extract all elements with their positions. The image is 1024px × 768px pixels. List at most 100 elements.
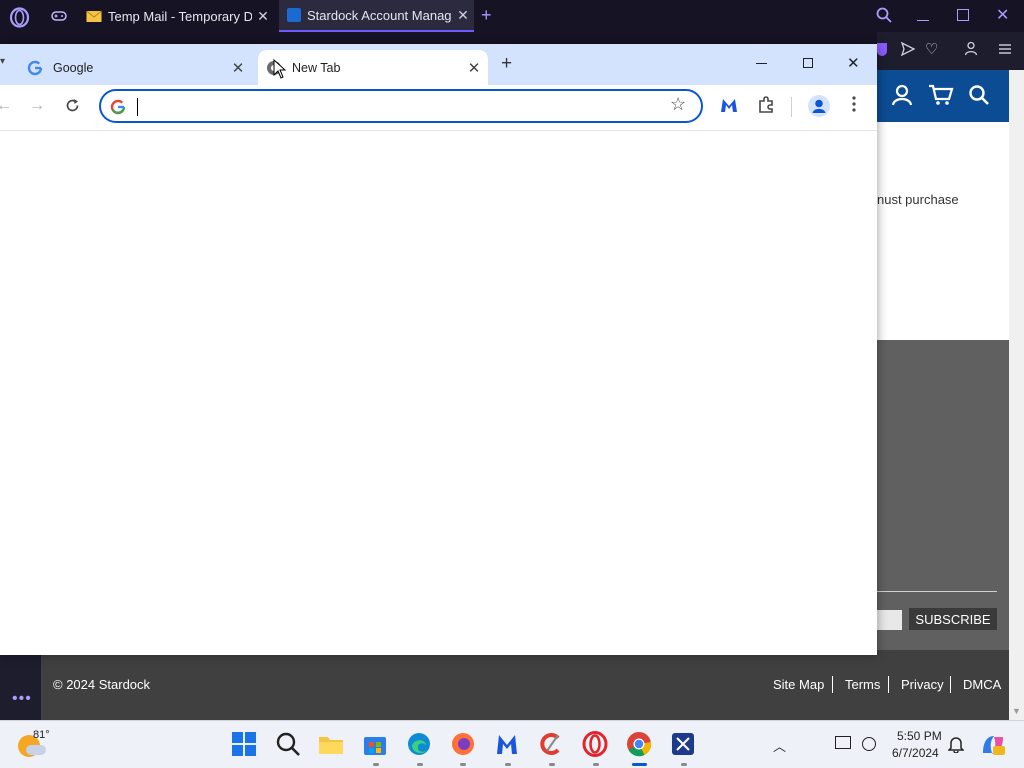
- tab-label: New Tab: [292, 60, 341, 75]
- new-tab-plus-icon[interactable]: +: [481, 5, 492, 26]
- google-favicon-icon: [27, 60, 43, 76]
- chrome-tab-strip: ▾ Google ✕ New Tab ✕ + ✕: [0, 44, 877, 85]
- display-icon[interactable]: [835, 736, 851, 749]
- running-indicator: [460, 763, 466, 766]
- running-indicator: [373, 763, 379, 766]
- clock-date[interactable]: 6/7/2024: [892, 746, 939, 760]
- tab-label: Google: [53, 60, 94, 75]
- opera-address-toolbar: ♡: [877, 32, 1024, 70]
- send-icon[interactable]: [900, 41, 916, 57]
- forward-arrow-icon[interactable]: →: [29, 97, 45, 115]
- omnibox[interactable]: ☆: [99, 89, 703, 123]
- bookmark-star-icon[interactable]: ☆: [670, 94, 686, 115]
- opera-tab-label: Temp Mail - Temporary Dis: [108, 8, 252, 24]
- opera-tab-stardock[interactable]: Stardock Account Manager ✕: [279, 0, 474, 32]
- gamepad-icon[interactable]: [50, 7, 68, 25]
- clock-time[interactable]: 5:50 PM: [897, 729, 942, 743]
- weather-cloud-icon: [26, 745, 46, 755]
- more-options-icon[interactable]: [852, 96, 856, 112]
- network-icon[interactable]: [862, 737, 876, 751]
- minimize-icon[interactable]: [756, 63, 767, 64]
- snipping-tool-icon[interactable]: [670, 731, 698, 759]
- scroll-down-arrow-icon[interactable]: ▼: [1012, 706, 1021, 716]
- edge-icon[interactable]: [406, 731, 434, 759]
- malwarebytes-extension-icon[interactable]: [719, 96, 739, 114]
- reload-icon[interactable]: [65, 98, 80, 113]
- stardock-nav-bar: [877, 70, 1009, 122]
- close-window-icon[interactable]: ✕: [847, 54, 860, 72]
- footer-link-dmca[interactable]: DMCA: [963, 677, 1001, 692]
- stardock-favicon-icon: [287, 8, 301, 22]
- cart-icon[interactable]: [928, 84, 954, 106]
- new-tab-page: [0, 131, 877, 655]
- weather-temp: 81°: [33, 729, 50, 741]
- page-scrollbar[interactable]: ▼: [1009, 70, 1024, 720]
- opera-icon[interactable]: [582, 731, 610, 759]
- heart-icon[interactable]: ♡: [925, 40, 938, 58]
- footer-link-site-map[interactable]: Site Map: [773, 677, 824, 692]
- running-indicator: [593, 763, 599, 766]
- footer-separator: [832, 676, 833, 693]
- vpn-shield-icon[interactable]: [877, 43, 887, 56]
- tab-google[interactable]: Google ✕: [14, 50, 252, 85]
- divider: [877, 591, 997, 592]
- back-arrow-icon[interactable]: ←: [0, 97, 12, 115]
- search-icon[interactable]: [275, 731, 303, 759]
- easy-setup-icon[interactable]: [998, 42, 1012, 56]
- restore-icon[interactable]: [957, 9, 969, 21]
- subscribe-label: SUBSCRIBE: [915, 611, 991, 627]
- search-icon[interactable]: [968, 84, 990, 106]
- close-icon[interactable]: ✕: [460, 59, 488, 77]
- malwarebytes-icon[interactable]: [494, 731, 522, 759]
- show-hidden-icons-chevron-icon[interactable]: ︿: [773, 736, 786, 755]
- tab-search-chevron-icon[interactable]: ▾: [0, 56, 5, 67]
- account-icon[interactable]: [964, 41, 978, 56]
- chrome-icon[interactable]: [626, 731, 654, 759]
- search-tabs-icon[interactable]: [876, 7, 892, 23]
- mouse-cursor-icon: [273, 59, 286, 79]
- user-icon[interactable]: [891, 84, 913, 106]
- running-indicator: [417, 763, 423, 766]
- microsoft-store-icon[interactable]: [362, 731, 390, 759]
- envelope-icon: [86, 9, 102, 23]
- maximize-icon[interactable]: [803, 58, 813, 68]
- close-icon[interactable]: ✕: [252, 8, 274, 25]
- running-indicator: [549, 763, 555, 766]
- ccleaner-icon[interactable]: [538, 731, 566, 759]
- profile-avatar[interactable]: [808, 95, 830, 117]
- extensions-puzzle-icon[interactable]: [757, 96, 775, 114]
- windows-taskbar: 81° ︿ 5:50 PM 6/7/2024: [0, 720, 1024, 768]
- new-tab-plus-icon[interactable]: +: [501, 53, 512, 75]
- subscribe-button[interactable]: SUBSCRIBE: [909, 608, 997, 630]
- close-icon[interactable]: ✕: [224, 59, 252, 77]
- toolbar-divider: [791, 97, 792, 117]
- footer-separator: [888, 676, 889, 693]
- running-indicator: [681, 763, 687, 766]
- close-icon[interactable]: ✕: [452, 7, 474, 24]
- newsletter-email-input[interactable]: [877, 610, 902, 630]
- windows-start-icon[interactable]: [231, 731, 259, 759]
- opera-tab-bar: Temp Mail - Temporary Dis ✕ Stardock Acc…: [0, 0, 1024, 44]
- active-indicator: [632, 763, 647, 766]
- notification-bell-icon[interactable]: [948, 735, 964, 753]
- google-g-icon: [110, 99, 126, 115]
- minimize-icon[interactable]: [917, 20, 929, 21]
- opera-logo-icon[interactable]: [9, 7, 30, 28]
- chrome-window: ▾ Google ✕ New Tab ✕ + ✕ ← → ☆: [0, 44, 877, 655]
- text-cursor: [137, 98, 138, 116]
- firefox-icon[interactable]: [450, 731, 478, 759]
- file-explorer-icon[interactable]: [318, 731, 346, 759]
- close-window-icon[interactable]: ✕: [996, 5, 1009, 25]
- footer-link-privacy[interactable]: Privacy: [901, 677, 944, 692]
- opera-tab-label: Stardock Account Manager: [307, 7, 452, 23]
- opera-sidebar: •••: [0, 650, 41, 720]
- purchase-text: nust purchase: [877, 192, 959, 207]
- copilot-icon[interactable]: [980, 733, 1006, 757]
- more-dots-icon[interactable]: •••: [12, 690, 32, 708]
- stardock-newsletter-section: SUBSCRIBE: [877, 340, 1009, 650]
- footer-link-terms[interactable]: Terms: [845, 677, 880, 692]
- chrome-toolbar: ← → ☆: [0, 85, 877, 131]
- tab-new-tab[interactable]: New Tab ✕: [258, 50, 488, 85]
- opera-tab-temp-mail[interactable]: Temp Mail - Temporary Dis ✕: [78, 0, 274, 32]
- running-indicator: [505, 763, 511, 766]
